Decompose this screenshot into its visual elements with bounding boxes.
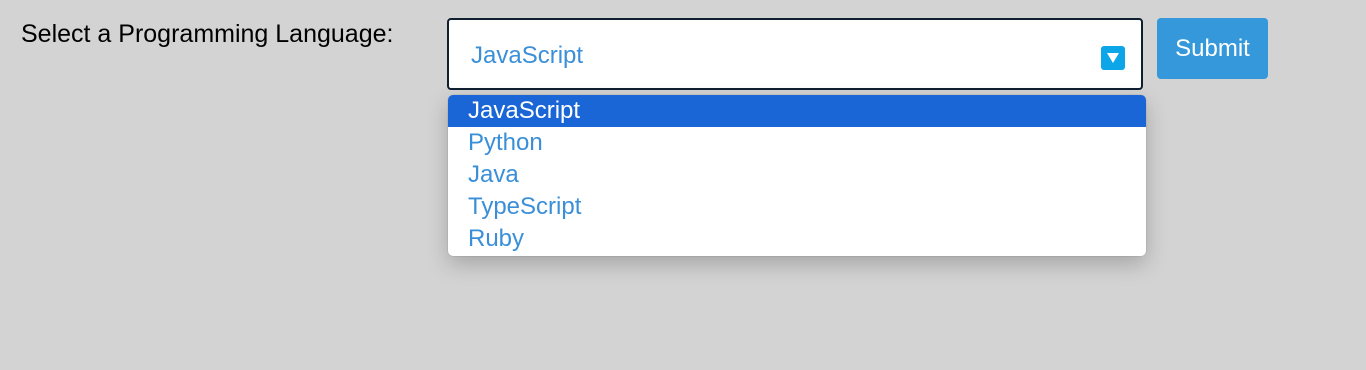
language-label: Select a Programming Language:	[21, 20, 394, 48]
option-ruby[interactable]: Ruby	[448, 223, 1146, 255]
submit-button[interactable]: Submit	[1157, 18, 1268, 79]
chevron-down-icon[interactable]	[1101, 46, 1125, 70]
option-javascript[interactable]: JavaScript	[448, 95, 1146, 127]
option-python[interactable]: Python	[448, 127, 1146, 159]
language-select[interactable]: JavaScript	[447, 18, 1143, 90]
selected-language-value: JavaScript	[471, 42, 584, 69]
page: Select a Programming Language: JavaScrip…	[0, 0, 1366, 370]
language-options-list: JavaScript Python Java TypeScript Ruby	[448, 95, 1146, 256]
option-java[interactable]: Java	[448, 159, 1146, 191]
option-typescript[interactable]: TypeScript	[448, 191, 1146, 223]
